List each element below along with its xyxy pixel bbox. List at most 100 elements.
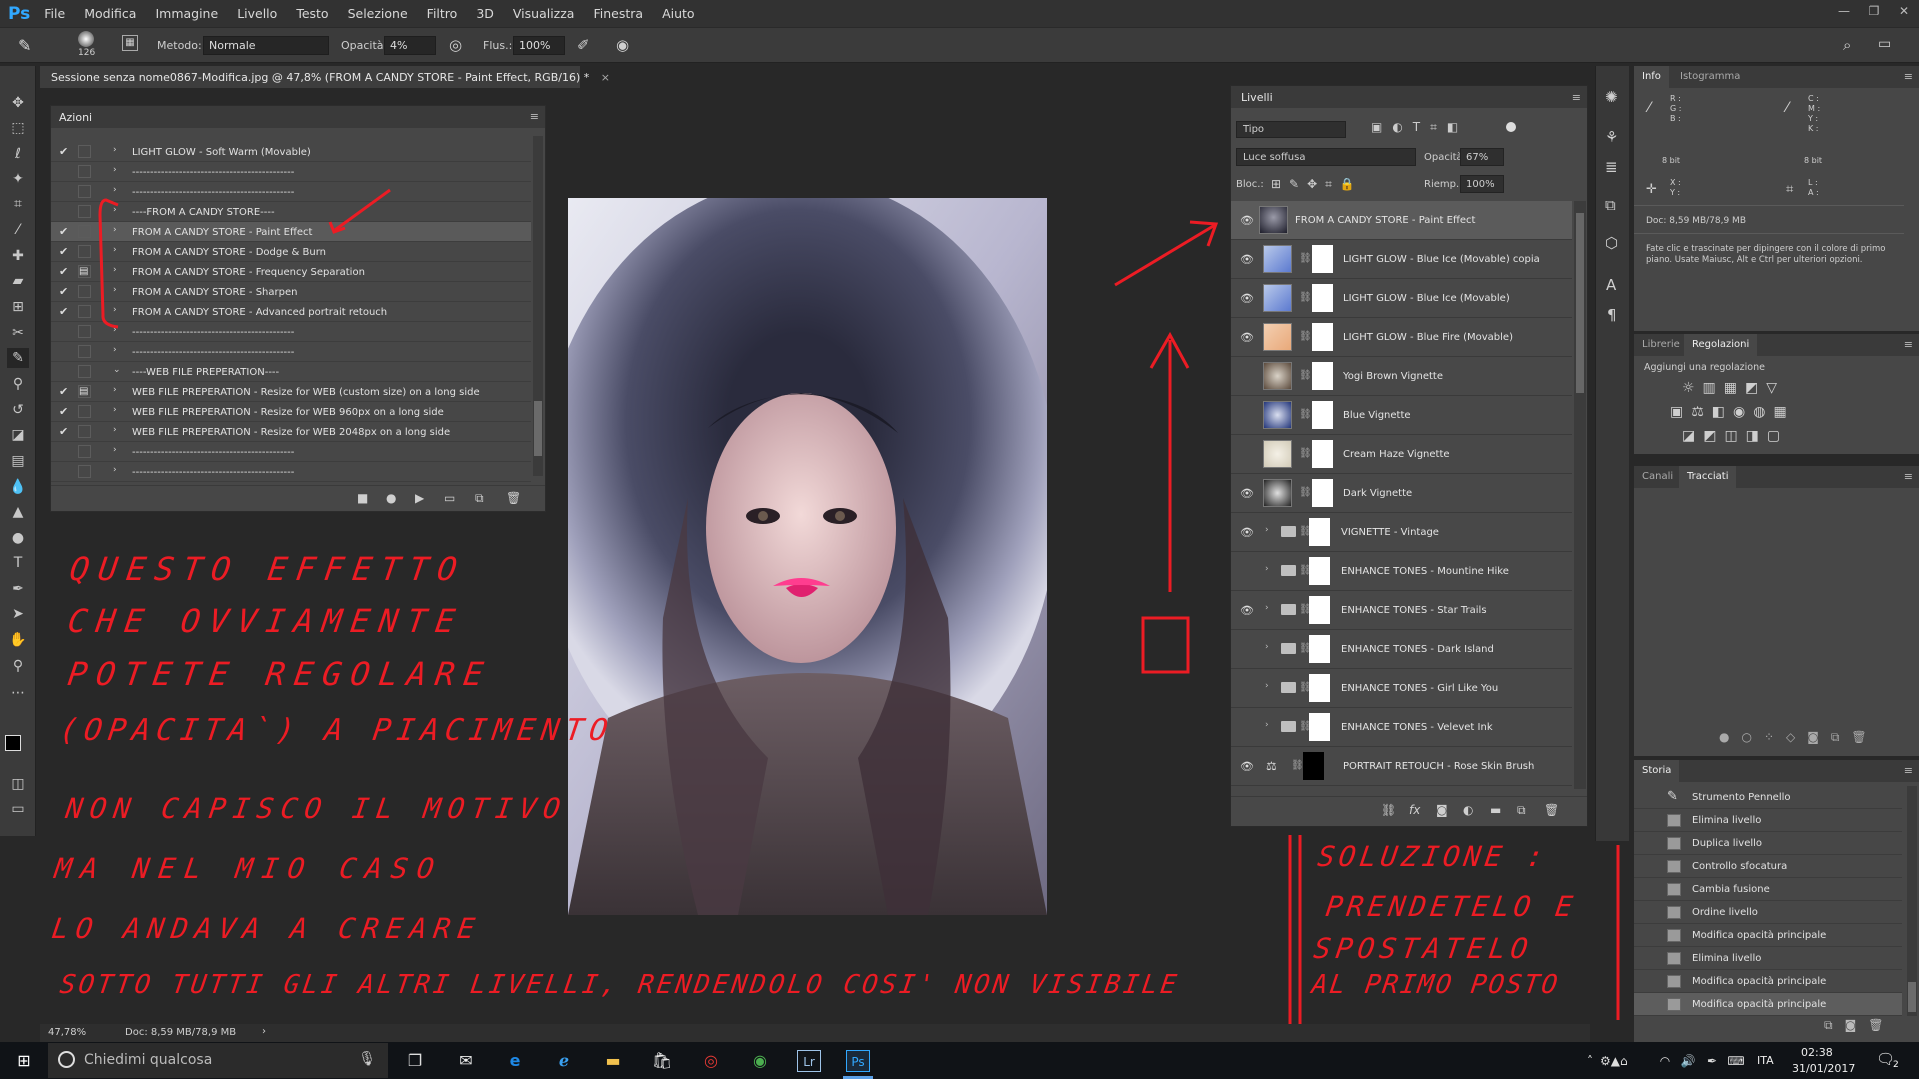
history-item[interactable]: Modifica opacità principale <box>1634 970 1902 993</box>
layer-row[interactable]: 👁 ⛓ Dark Vignette <box>1231 474 1572 513</box>
layer-mask-thumb[interactable] <box>1309 674 1330 702</box>
layer-mask-thumb[interactable] <box>1312 479 1333 507</box>
visibility-eye-icon[interactable]: 👁 <box>1240 214 1254 227</box>
blend-mode-select[interactable]: Luce soffusa <box>1236 148 1416 166</box>
tab-librerie[interactable]: Librerie <box>1634 334 1688 356</box>
group-chevron-icon[interactable]: › <box>1265 603 1269 613</box>
paths-menu-icon[interactable]: ≡ <box>1904 470 1913 483</box>
layer-name[interactable]: ENHANCE TONES - Girl Like You <box>1341 683 1498 694</box>
edge-icon[interactable]: e <box>503 1050 527 1072</box>
clock-time[interactable]: 02:38 <box>1801 1046 1833 1059</box>
layer-thumbnail[interactable] <box>1263 401 1292 429</box>
adjust-row2-icons[interactable]: ▣⚖◧◉◍▦ <box>1670 404 1795 420</box>
layer-thumbnail[interactable] <box>1263 245 1292 273</box>
visibility-eye-icon[interactable]: 👁 <box>1240 487 1254 500</box>
keyboard-icon[interactable]: ⌨ <box>1724 1050 1748 1072</box>
microphone-icon[interactable]: 🎙 <box>358 1051 376 1067</box>
adjust-row1-icons[interactable]: ☼▥▦◩▽ <box>1682 380 1785 396</box>
clock-date[interactable]: 31/01/2017 <box>1792 1062 1855 1075</box>
layer-thumbnail[interactable] <box>1263 362 1292 390</box>
layer-name[interactable]: Dark Vignette <box>1343 488 1412 499</box>
paragraph-icon[interactable]: ¶ <box>1607 306 1617 324</box>
layer-row[interactable]: ⛓ Blue Vignette <box>1231 396 1572 435</box>
new-group-icon[interactable]: ▬ <box>1490 803 1501 817</box>
layer-filter-select[interactable]: Tipo <box>1236 121 1346 138</box>
layer-thumbnail[interactable] <box>1263 323 1292 351</box>
layer-name[interactable]: ENHANCE TONES - Dark Island <box>1341 644 1494 655</box>
tab-canali[interactable]: Canali <box>1634 466 1681 488</box>
layer-name[interactable]: LIGHT GLOW - Blue Ice (Movable) copia <box>1343 254 1540 265</box>
tray-icons[interactable]: ⚙▲⌂ <box>1600 1050 1628 1072</box>
history-footer-icons[interactable]: ⧉◙🗑 <box>1824 1018 1895 1033</box>
layer-row[interactable]: 👁 ⚖ ⛓ PORTRAIT RETOUCH - Rose Skin Brush <box>1231 747 1572 786</box>
history-item[interactable]: Modifica opacità principale <box>1634 993 1902 1016</box>
file-explorer-icon[interactable]: ▬ <box>601 1050 625 1072</box>
layers-menu-icon[interactable]: ≡ <box>1572 91 1581 104</box>
layer-name[interactable]: Yogi Brown Vignette <box>1343 371 1443 382</box>
tab-regolazioni[interactable]: Regolazioni <box>1684 334 1758 356</box>
store-icon[interactable]: 🛍 <box>650 1050 674 1072</box>
visibility-eye-icon[interactable]: 👁 <box>1240 253 1254 266</box>
layer-thumbnail[interactable] <box>1263 479 1292 507</box>
wifi-icon[interactable]: ◠ <box>1653 1050 1677 1072</box>
group-chevron-icon[interactable]: › <box>1265 720 1269 730</box>
volume-icon[interactable]: 🔊 <box>1676 1050 1700 1072</box>
brush-settings-icon[interactable]: ✺ <box>1605 88 1618 106</box>
tab-tracciati[interactable]: Tracciati <box>1679 466 1737 488</box>
layer-mask-thumb[interactable] <box>1312 440 1333 468</box>
windows-start-icon[interactable]: ⊞ <box>12 1050 36 1072</box>
tray-chevron-icon[interactable]: ˄ <box>1578 1050 1602 1072</box>
tab-istogramma[interactable]: Istogramma <box>1672 66 1748 88</box>
adjustment-layer-icon[interactable]: ◐ <box>1463 803 1473 817</box>
layer-name[interactable]: LIGHT GLOW - Blue Fire (Movable) <box>1343 332 1513 343</box>
layer-opacity-input[interactable]: 67% <box>1460 148 1504 166</box>
layer-name[interactable]: PORTRAIT RETOUCH - Rose Skin Brush <box>1343 761 1534 772</box>
fx-icon[interactable]: fx <box>1409 803 1420 817</box>
add-mask-icon[interactable]: ◙ <box>1436 803 1448 817</box>
layer-mask-thumb[interactable] <box>1303 752 1324 780</box>
layer-mask-thumb[interactable] <box>1312 245 1333 273</box>
history-item[interactable]: Duplica livello <box>1634 832 1902 855</box>
layer-thumbnail[interactable] <box>1259 206 1288 234</box>
layer-mask-thumb[interactable] <box>1309 557 1330 585</box>
layer-row[interactable]: › ⛓ ENHANCE TONES - Mountine Hike <box>1231 552 1572 591</box>
layer-name[interactable]: LIGHT GLOW - Blue Ice (Movable) <box>1343 293 1510 304</box>
fill-input[interactable]: 100% <box>1460 175 1504 193</box>
layer-mask-thumb[interactable] <box>1309 713 1330 741</box>
history-item[interactable]: Elimina livello <box>1634 947 1902 970</box>
layer-row[interactable]: ⛓ Yogi Brown Vignette <box>1231 357 1572 396</box>
photoshop-taskbar-icon[interactable]: Ps <box>846 1050 870 1072</box>
layer-mask-thumb[interactable] <box>1312 323 1333 351</box>
info-menu-icon[interactable]: ≡ <box>1904 70 1913 83</box>
visibility-eye-icon[interactable]: 👁 <box>1240 292 1254 305</box>
layer-row[interactable]: › ⛓ ENHANCE TONES - Dark Island <box>1231 630 1572 669</box>
history-item[interactable]: Controllo sfocatura <box>1634 855 1902 878</box>
layer-name[interactable]: Blue Vignette <box>1343 410 1411 421</box>
layer-row[interactable]: › ⛓ ENHANCE TONES - Velevet Ink <box>1231 708 1572 747</box>
zoom-level[interactable]: 47,78% <box>48 1027 86 1038</box>
tab-storia[interactable]: Storia <box>1634 760 1680 782</box>
3d-icon[interactable]: ⬡ <box>1605 234 1618 252</box>
layer-row[interactable]: 👁 ⛓ LIGHT GLOW - Blue Fire (Movable) <box>1231 318 1572 357</box>
layer-mask-thumb[interactable] <box>1309 518 1330 546</box>
visibility-eye-icon[interactable]: 👁 <box>1240 526 1254 539</box>
new-layer-icon[interactable]: ⧉ <box>1517 803 1526 818</box>
visibility-eye-icon[interactable]: 👁 <box>1240 604 1254 617</box>
layer-name[interactable]: VIGNETTE - Vintage <box>1341 527 1439 538</box>
layer-mask-thumb[interactable] <box>1312 362 1333 390</box>
cortana-search[interactable]: Chiedimi qualcosa 🎙 <box>48 1043 388 1078</box>
link-layers-icon[interactable]: ⛓ <box>1381 803 1396 817</box>
history-item[interactable]: Cambia fusione <box>1634 878 1902 901</box>
layer-name[interactable]: ENHANCE TONES - Star Trails <box>1341 605 1487 616</box>
layer-row[interactable]: 👁 › ⛓ ENHANCE TONES - Star Trails <box>1231 591 1572 630</box>
layer-name[interactable]: ENHANCE TONES - Mountine Hike <box>1341 566 1509 577</box>
layers-panel-tab[interactable]: Livelli <box>1231 86 1587 108</box>
layer-mask-thumb[interactable] <box>1309 596 1330 624</box>
history-item[interactable]: Modifica opacità principale <box>1634 924 1902 947</box>
history-item[interactable]: ✎ Strumento Pennello <box>1634 786 1902 809</box>
layer-mask-thumb[interactable] <box>1312 284 1333 312</box>
history-menu-icon[interactable]: ≡ <box>1904 764 1913 777</box>
layer-name[interactable]: Cream Haze Vignette <box>1343 449 1450 460</box>
layer-thumbnail[interactable] <box>1263 284 1292 312</box>
task-view-icon[interactable]: ❐ <box>403 1050 427 1072</box>
